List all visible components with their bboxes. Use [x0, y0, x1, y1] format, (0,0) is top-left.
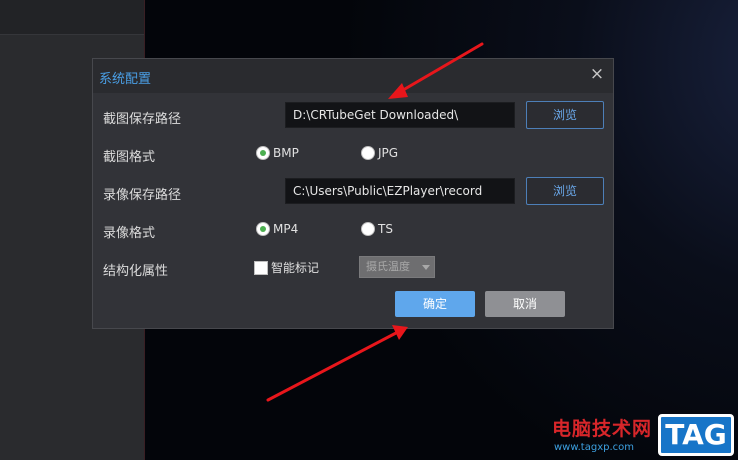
background-toolbar — [0, 0, 144, 35]
checkbox-icon — [254, 260, 268, 275]
record-path-label: 录像保存路径 — [103, 188, 182, 203]
cancel-button[interactable]: 取消 — [485, 291, 565, 317]
smart-mark-checkbox[interactable]: 智能标记 — [254, 259, 319, 276]
snapshot-browse-button[interactable]: 浏览 — [526, 101, 604, 129]
record-format-label: 录像格式 — [103, 226, 156, 241]
temperature-unit-select[interactable]: 摄氏温度 — [359, 256, 435, 278]
dialog-title: 系统配置 — [99, 72, 152, 87]
record-format-ts-radio[interactable]: TS — [361, 222, 393, 236]
chevron-down-icon — [422, 265, 430, 270]
watermark-text: 电脑技术网 — [552, 418, 653, 440]
ok-button[interactable]: 确定 — [395, 291, 475, 317]
watermark-tag: TAG — [658, 414, 734, 456]
structured-attr-label: 结构化属性 — [103, 264, 169, 279]
radio-checked-icon — [256, 146, 270, 160]
mp4-option-label: MP4 — [273, 222, 299, 236]
system-config-dialog: 系统配置 × 截图保存路径 浏览 截图格式 BMP JPG 录像保存路径 浏览 … — [92, 58, 614, 329]
dialog-titlebar: 系统配置 × — [93, 59, 613, 93]
watermark-url: www.tagxp.com — [554, 442, 634, 453]
snapshot-path-input[interactable] — [285, 102, 515, 128]
ts-option-label: TS — [378, 222, 393, 236]
snapshot-format-jpg-radio[interactable]: JPG — [361, 146, 398, 160]
record-browse-button[interactable]: 浏览 — [526, 177, 604, 205]
snapshot-format-bmp-radio[interactable]: BMP — [256, 146, 299, 160]
jpg-option-label: JPG — [378, 146, 399, 160]
bmp-option-label: BMP — [273, 146, 299, 160]
snapshot-path-label: 截图保存路径 — [103, 112, 182, 127]
snapshot-format-label: 截图格式 — [103, 150, 156, 165]
record-path-input[interactable] — [285, 178, 515, 204]
radio-checked-icon — [256, 222, 270, 236]
smart-mark-label: 智能标记 — [271, 261, 320, 275]
watermark-logo: 电脑技术网 www.tagxp.com TAG — [548, 412, 738, 460]
record-format-mp4-radio[interactable]: MP4 — [256, 222, 298, 236]
radio-unchecked-icon — [361, 222, 375, 236]
close-icon[interactable]: × — [589, 65, 605, 83]
temperature-unit-value: 摄氏温度 — [366, 260, 410, 273]
radio-unchecked-icon — [361, 146, 375, 160]
